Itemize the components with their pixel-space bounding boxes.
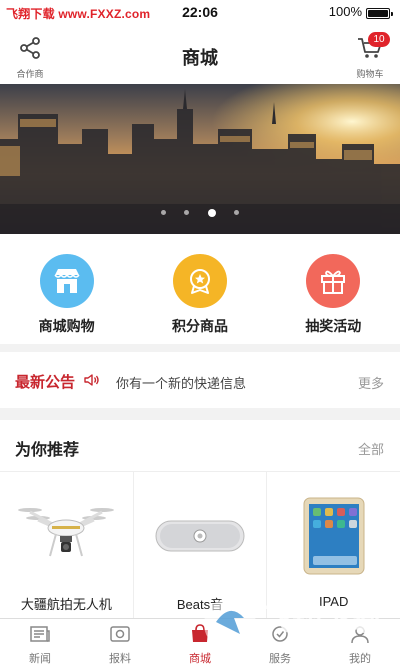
quick-nav-lottery-label: 抽奖活动 [305,318,362,334]
nav-bar: 合作商 商城 10 购物车 [0,26,400,84]
speaker-icon [84,374,99,386]
cart-count-badge: 10 [368,32,390,47]
quick-nav-store[interactable]: 商城购物 [0,234,133,344]
carousel-dot-active[interactable] [207,208,216,217]
report-icon [110,626,130,642]
speaker-device-icon [155,520,245,552]
cart-button[interactable]: 10 购物车 [350,32,390,80]
announcement-title: 最新公告 [15,374,76,391]
tab-news-label: 新闻 [29,653,51,665]
recommend-all-link[interactable]: 全部 [358,439,384,458]
tab-report[interactable]: 报料 [80,619,160,667]
tablet-icon [303,497,365,575]
announcement-bar[interactable]: 最新公告 你有一个新的快递信息 更多 [0,352,400,408]
announcement-more-link[interactable]: 更多 [358,373,384,392]
page-title: 商城 [182,48,218,68]
news-icon [30,626,50,642]
quick-nav: 商城购物 积分商品 抽奖活动 [0,234,400,344]
recommend-header: 为你推荐 全部 [0,420,400,472]
battery-icon [366,8,393,19]
status-bar: 飞翔下载 www.FXXZ.com 22:06 100% [0,0,400,26]
drone-icon [18,508,115,557]
carousel-dot[interactable] [160,210,166,216]
quick-nav-store-label: 商城购物 [38,318,95,334]
carousel-dots [0,204,400,222]
product-name: 大疆航拍无人机 [20,597,112,612]
carousel-dot[interactable] [184,210,190,216]
battery-percent: 100% [328,4,362,19]
site-watermark-logo: 飞翔下载 www.fxxz.com [204,598,382,658]
tab-report-label: 报料 [109,653,131,665]
watermark-brand: 飞翔下载 [262,603,382,638]
carousel-dot[interactable] [234,210,240,216]
quick-nav-lottery[interactable]: 抽奖活动 [267,234,400,344]
medal-icon [172,254,227,308]
quick-nav-points[interactable]: 积分商品 [133,234,266,344]
cart-label: 购物车 [356,69,384,79]
recommend-title: 为你推荐 [15,442,80,459]
watermark-url: www.fxxz.com [266,642,367,658]
banner-carousel[interactable] [0,84,400,234]
tab-news[interactable]: 新闻 [0,619,80,667]
announcement-text: 你有一个新的快递信息 [116,376,247,391]
quick-nav-points-label: 积分商品 [171,318,228,334]
product-card[interactable]: 大疆航拍无人机 [0,472,134,618]
gift-icon [306,254,361,308]
store-icon [39,254,94,308]
